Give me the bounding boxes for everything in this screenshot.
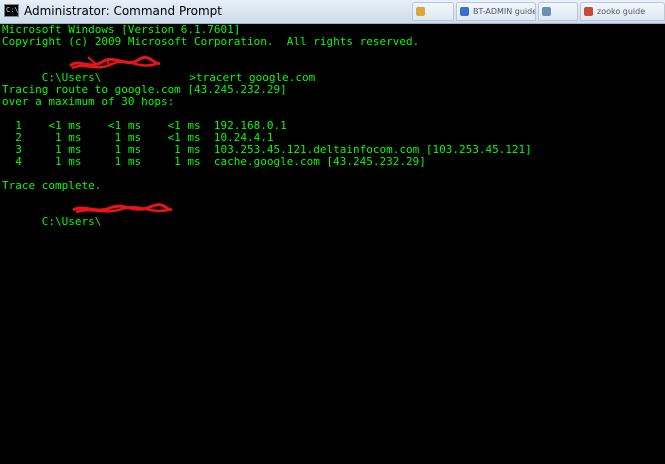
trace-complete-line: Trace complete. [2, 179, 102, 192]
console-output[interactable]: Microsoft Windows [Version 6.1.7601] Cop… [0, 24, 665, 464]
redaction-scribble [68, 56, 161, 70]
taskbar-item-document[interactable]: BT-ADMIN guide [456, 2, 536, 21]
command-prompt-window: C:\ Administrator: Command Prompt BT-ADM… [0, 0, 665, 464]
taskbar-item-label: zooko guide [597, 7, 646, 16]
redaction-scribble [72, 203, 173, 214]
console-line: over a maximum of 30 hops: [2, 95, 175, 108]
window-title: Administrator: Command Prompt [24, 4, 222, 18]
taskbar-item-window[interactable] [538, 2, 578, 21]
taskbar-item-label: BT-ADMIN guide [473, 7, 536, 16]
browser-icon [584, 7, 593, 16]
title-bar[interactable]: C:\ Administrator: Command Prompt BT-ADM… [0, 0, 665, 24]
window-icon [542, 7, 551, 16]
taskbar-item-browser[interactable]: zooko guide [580, 2, 665, 21]
document-icon [460, 7, 469, 16]
taskbar-item-folder[interactable] [412, 2, 454, 21]
console-line: Copyright (c) 2009 Microsoft Corporation… [2, 35, 420, 48]
folder-icon [416, 7, 425, 16]
hop-row: 4 1 ms 1 ms 1 ms cache.google.com [43.24… [2, 155, 426, 168]
command-prompt-icon: C:\ [4, 4, 19, 17]
